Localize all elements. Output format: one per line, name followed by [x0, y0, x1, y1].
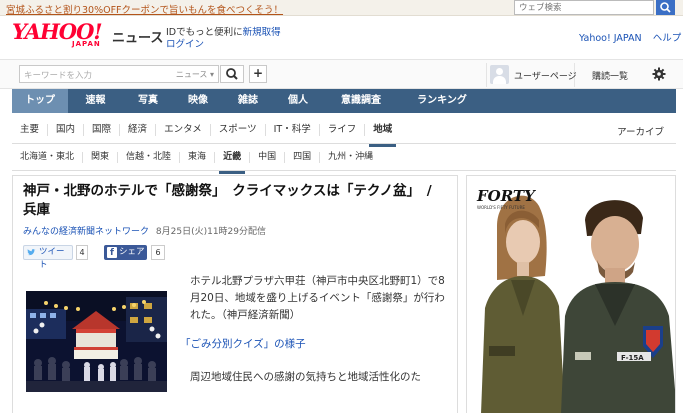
- region-tokai[interactable]: 東海: [180, 151, 216, 163]
- keyword-input[interactable]: キーワードを入力 ニュース ▾: [19, 65, 219, 83]
- category-nav: 主要 国内 国際 経済 エンタメ スポーツ IT・科学 ライフ 地域 アーカイブ: [12, 116, 676, 147]
- promo-link[interactable]: 宮城ふるさと割り30%OFFクーポンで旨いもんを食べつくそう！: [6, 2, 283, 16]
- promo-strip: 宮城ふるさと割り30%OFFクーポンで旨いもんを食べつくそう！: [0, 0, 683, 16]
- archive-link[interactable]: アーカイブ: [617, 124, 664, 138]
- article-meta: みんなの経済新聞ネットワーク 8月25日(火)11時29分配信: [23, 224, 266, 237]
- advertisement[interactable]: F-15A FORTY WORLD'S FIFTY FUTURE: [466, 175, 676, 413]
- ad-fashion-image: F-15A FORTY WORLD'S FIFTY FUTURE: [467, 176, 675, 413]
- search-icon: [226, 68, 238, 80]
- nav-breaking[interactable]: 速報: [68, 89, 123, 113]
- cat-entertainment[interactable]: エンタメ: [156, 123, 211, 136]
- cat-domestic[interactable]: 国内: [48, 123, 85, 136]
- ad-brand: FORTY: [476, 187, 536, 205]
- help-link[interactable]: ヘルプ: [653, 33, 682, 44]
- nav-video[interactable]: 映像: [173, 89, 223, 113]
- nav-top[interactable]: トップ: [12, 89, 68, 113]
- cat-sports[interactable]: スポーツ: [211, 123, 266, 136]
- keyword-search-button[interactable]: [220, 65, 244, 83]
- tweet-label: ツイート: [39, 247, 65, 270]
- ad-brand-sub: WORLD'S FIFTY FUTURE: [477, 205, 525, 210]
- yahoo-japan-link[interactable]: Yahoo! JAPAN: [579, 33, 642, 44]
- facebook-share-button[interactable]: f シェア: [104, 245, 147, 260]
- section-title[interactable]: ニュース: [112, 27, 163, 46]
- cat-main[interactable]: 主要: [12, 123, 49, 136]
- signup-link[interactable]: 新規取得: [243, 27, 281, 38]
- region-kinki[interactable]: 近畿: [215, 151, 251, 174]
- header-links: Yahoo! JAPAN ヘルプ: [579, 30, 683, 44]
- nav-photo[interactable]: 写真: [123, 89, 173, 113]
- article-paragraph-1: ホテル北野プラザ六甲荘（神戸市中央区北野町1）で8月20日、地域を盛り上げるイベ…: [190, 275, 445, 321]
- logo-sub: JAPAN: [72, 40, 101, 48]
- subscribe-list-link[interactable]: 購読一覧: [592, 69, 628, 82]
- share-count: 6: [151, 245, 165, 260]
- cat-life[interactable]: ライフ: [320, 123, 366, 136]
- facebook-icon: f: [107, 247, 117, 258]
- user-page-label: ユーザーページ: [514, 72, 577, 82]
- cat-region[interactable]: 地域: [365, 124, 400, 147]
- share-label: シェア: [119, 247, 145, 257]
- article-paragraph-2: 周辺地域住民への感謝の気持ちと地域活性化のた: [190, 371, 421, 383]
- article-date: 8月25日(火)11時29分配信: [155, 227, 266, 237]
- avatar: [490, 65, 509, 84]
- search-icon: [660, 2, 671, 13]
- twitter-icon: [27, 249, 36, 256]
- yahoo-logo[interactable]: YAHOO! JAPAN: [12, 21, 112, 51]
- gear-icon[interactable]: [652, 67, 666, 81]
- festival-photo-illustration: [26, 291, 167, 392]
- region-chugoku[interactable]: 中国: [250, 151, 286, 163]
- article-photo[interactable]: [26, 291, 167, 392]
- category-select[interactable]: ニュース ▾: [176, 69, 214, 80]
- login-link[interactable]: ログイン: [166, 36, 204, 50]
- nav-individual[interactable]: 個人: [273, 89, 323, 113]
- article-body: ホテル北野プラザ六甲荘（神戸市中央区北野町1）で8月20日、地域を盛り上げるイベ…: [180, 273, 448, 396]
- keyword-placeholder: キーワードを入力: [24, 71, 93, 81]
- article-source[interactable]: みんなの経済新聞ネットワーク: [23, 227, 149, 237]
- region-hokkaido-tohoku[interactable]: 北海道・東北: [12, 151, 84, 163]
- article: 神戸・北野のホテルで「感謝祭」 クライマックスは「テクノ盆」 /兵庫 みんなの経…: [12, 175, 458, 413]
- region-kyushu-okinawa[interactable]: 九州・沖縄: [320, 152, 381, 163]
- nav-ranking[interactable]: ランキング: [399, 89, 485, 113]
- article-title: 神戸・北野のホテルで「感謝祭」 クライマックスは「テクノ盆」 /兵庫: [23, 183, 432, 218]
- ad-patch-text: F-15A: [621, 354, 644, 362]
- region-nav: 北海道・東北 関東 信越・北陸 東海 近畿 中国 四国 九州・沖縄: [12, 144, 676, 174]
- nav-magazine[interactable]: 雑誌: [223, 89, 273, 113]
- cat-it-science[interactable]: IT・科学: [266, 123, 320, 136]
- tweet-button[interactable]: ツイート: [23, 245, 73, 270]
- region-shinetsu-hokuriku[interactable]: 信越・北陸: [118, 151, 181, 163]
- cat-economy[interactable]: 経済: [120, 123, 157, 136]
- add-button[interactable]: +: [249, 65, 267, 83]
- photo-caption-link[interactable]: 「ごみ分別クイズ」の様子: [180, 336, 448, 353]
- news-search-bar: キーワードを入力 ニュース ▾ + ユーザーページ 購読一覧: [0, 59, 683, 89]
- web-search-input[interactable]: [514, 0, 654, 15]
- tweet-count: 4: [76, 245, 88, 260]
- main-nav: トップ 速報 写真 映像 雑誌 個人 意識調査 ランキング: [12, 89, 676, 113]
- web-search-button[interactable]: [656, 0, 675, 15]
- region-shikoku[interactable]: 四国: [285, 151, 321, 163]
- region-kanto[interactable]: 関東: [83, 151, 119, 163]
- cat-international[interactable]: 国際: [84, 123, 121, 136]
- user-page-link[interactable]: ユーザーページ: [486, 63, 577, 87]
- nav-survey[interactable]: 意識調査: [323, 89, 399, 113]
